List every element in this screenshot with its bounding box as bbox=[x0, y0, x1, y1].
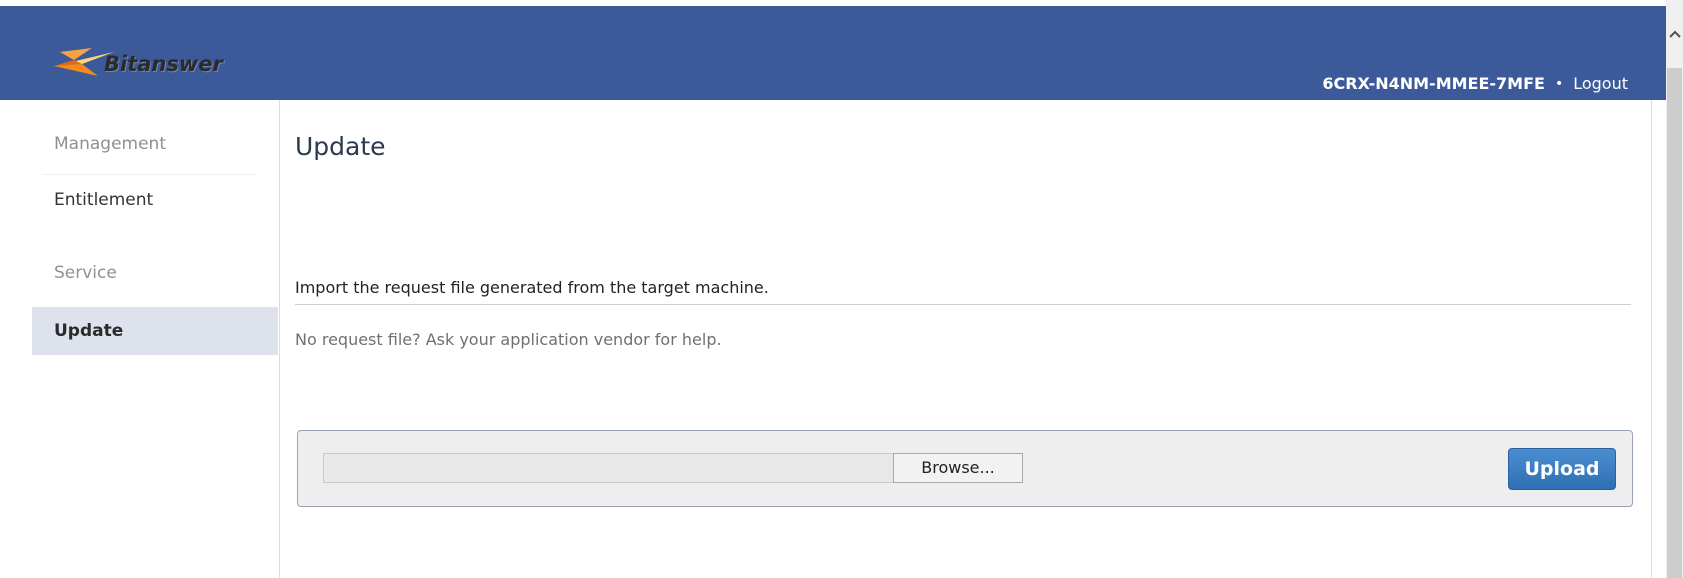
section-divider bbox=[295, 304, 1631, 305]
separator-dot: • bbox=[1554, 75, 1564, 92]
upload-button[interactable]: Upload bbox=[1508, 448, 1616, 490]
page-title: Update bbox=[295, 132, 386, 161]
file-path-field[interactable] bbox=[323, 453, 893, 483]
license-key: 6CRX-N4NM-MMEE-7MFE bbox=[1322, 74, 1545, 93]
sidebar-item-entitlement[interactable]: Entitlement bbox=[32, 176, 278, 224]
logo-text: Bitanswer bbox=[104, 52, 223, 76]
brand-logo[interactable]: Bitanswer bbox=[52, 44, 252, 84]
sidebar-item-service[interactable]: Service bbox=[32, 249, 278, 297]
import-instruction: Import the request file generated from t… bbox=[295, 278, 769, 297]
top-header: Bitanswer 6CRX-N4NM-MMEE-7MFE • Logout bbox=[0, 6, 1666, 100]
sidebar-item-label: Service bbox=[54, 263, 117, 283]
scroll-up-button[interactable] bbox=[1666, 0, 1683, 68]
scroll-thumb[interactable] bbox=[1667, 68, 1682, 578]
browse-button[interactable]: Browse... bbox=[893, 453, 1023, 483]
sidebar-divider bbox=[42, 174, 256, 175]
account-bar: 6CRX-N4NM-MMEE-7MFE • Logout bbox=[1322, 74, 1628, 93]
upload-panel: Browse... Upload bbox=[297, 430, 1633, 507]
sidebar-item-label: Entitlement bbox=[54, 190, 154, 210]
logout-link[interactable]: Logout bbox=[1573, 74, 1628, 93]
main-content: Update Import the request file generated… bbox=[280, 100, 1646, 578]
help-text: No request file? Ask your application ve… bbox=[295, 330, 722, 349]
content-right-border bbox=[1651, 100, 1652, 578]
vertical-scrollbar[interactable] bbox=[1666, 0, 1683, 578]
sidebar-item-management[interactable]: Management bbox=[32, 120, 278, 168]
chevron-up-icon bbox=[1668, 30, 1681, 38]
sidebar-item-label: Update bbox=[54, 321, 124, 341]
sidebar: Management Entitlement Service Update bbox=[32, 100, 278, 578]
sidebar-item-label: Management bbox=[54, 134, 166, 154]
app-window: Bitanswer 6CRX-N4NM-MMEE-7MFE • Logout M… bbox=[0, 0, 1683, 578]
sidebar-item-update[interactable]: Update bbox=[32, 307, 278, 355]
